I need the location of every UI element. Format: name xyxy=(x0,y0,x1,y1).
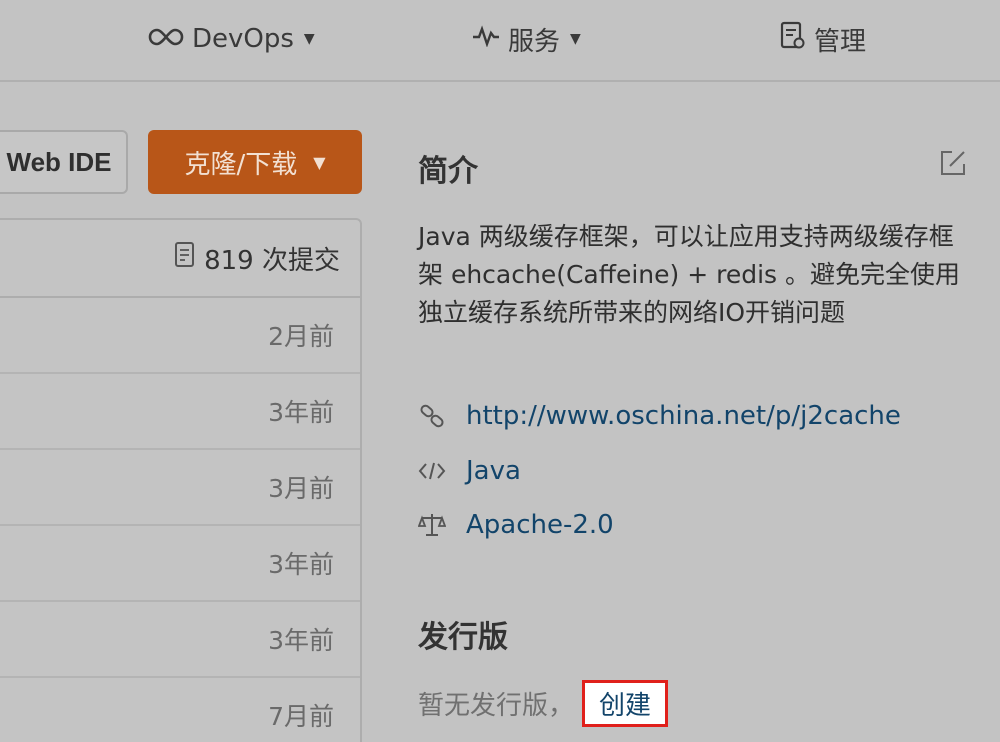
commit-time: 7月前 xyxy=(268,702,334,731)
edit-icon[interactable] xyxy=(938,148,968,182)
infinity-icon xyxy=(148,24,184,54)
link-icon xyxy=(418,402,446,430)
table-row[interactable]: 3年前 xyxy=(0,602,360,678)
repo-language: Java xyxy=(418,456,521,486)
commit-time: 3年前 xyxy=(268,398,334,427)
commit-time: 3年前 xyxy=(268,626,334,655)
scale-icon xyxy=(418,512,446,538)
intro-title: 简介 xyxy=(418,154,478,189)
nav-manage[interactable]: 管理 xyxy=(780,20,866,58)
repo-license: Apache-2.0 xyxy=(418,510,614,540)
repo-description: Java 两级缓存框架，可以让应用支持两级缓存框架 ehcache(Caffei… xyxy=(418,222,961,327)
clone-download-label: 克隆/下载 xyxy=(184,149,298,180)
commit-list: 819 次提交 2月前 3年前 3月前 3年前 3年前 7月前 xyxy=(0,218,362,742)
nav-manage-label: 管理 xyxy=(814,26,867,57)
license-link[interactable]: Apache-2.0 xyxy=(466,510,614,540)
table-row[interactable]: 7月前 xyxy=(0,678,360,742)
create-release-link[interactable]: 创建 xyxy=(582,680,669,727)
releases-empty: 暂无发行版， 创建 xyxy=(418,680,669,727)
nav-services-label: 服务 xyxy=(508,26,561,57)
pulse-icon xyxy=(472,24,500,54)
nav-services[interactable]: 服务 ▼ xyxy=(472,20,581,58)
homepage-link[interactable]: http://www.oschina.net/p/j2cache xyxy=(466,401,901,431)
table-row[interactable]: 3月前 xyxy=(0,450,360,526)
commit-count-label: 819 次提交 xyxy=(204,245,340,276)
table-row[interactable]: 3年前 xyxy=(0,526,360,602)
releases-empty-text: 暂无发行版， xyxy=(418,691,575,721)
repo-homepage: http://www.oschina.net/p/j2cache xyxy=(418,401,901,431)
table-row[interactable]: 3年前 xyxy=(0,374,360,450)
commit-document-icon xyxy=(174,241,196,276)
language-link[interactable]: Java xyxy=(466,456,521,486)
caret-down-icon: ▼ xyxy=(313,152,326,172)
nav-devops-label: DevOps xyxy=(192,24,294,54)
commit-count[interactable]: 819 次提交 xyxy=(0,220,360,298)
document-gear-icon xyxy=(780,21,806,58)
releases-title: 发行版 xyxy=(418,620,508,655)
top-nav: DevOps ▼ 服务 ▼ 管理 xyxy=(0,0,1000,82)
clone-download-button[interactable]: 克隆/下载 ▼ xyxy=(148,130,362,194)
commit-time: 2月前 xyxy=(268,322,334,351)
commit-time: 3年前 xyxy=(268,550,334,579)
caret-down-icon: ▼ xyxy=(570,31,581,47)
nav-devops[interactable]: DevOps ▼ xyxy=(148,20,315,58)
web-ide-button[interactable]: Web IDE xyxy=(0,130,128,194)
code-icon xyxy=(418,460,446,482)
caret-down-icon: ▼ xyxy=(303,31,315,47)
commit-time: 3月前 xyxy=(268,474,334,503)
table-row[interactable]: 2月前 xyxy=(0,298,360,374)
